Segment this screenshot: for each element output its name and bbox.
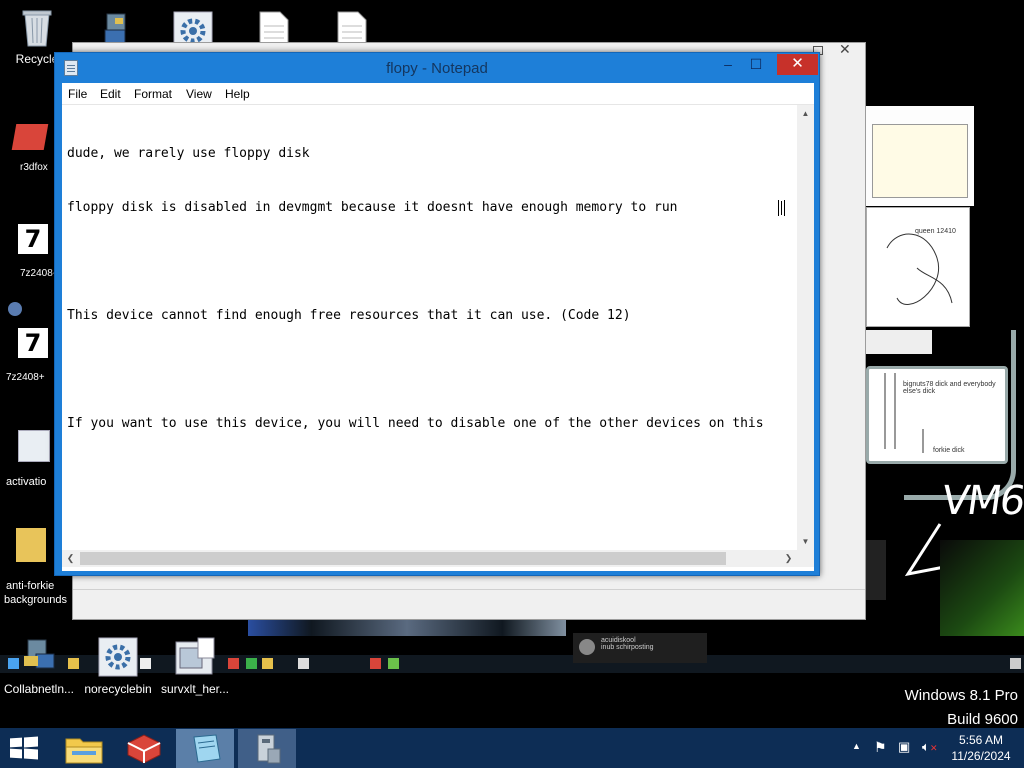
- menu-view[interactable]: View: [186, 87, 212, 101]
- nested-taskbar-icon: [370, 658, 381, 669]
- background-window-statusbar: [73, 589, 865, 611]
- toast-title: acuidiskool: [601, 637, 636, 644]
- desktop-icon-survxlt[interactable]: survxlt_her...: [158, 636, 232, 696]
- horizontal-scroll-thumb[interactable]: [80, 552, 726, 565]
- desktop-icon-collabnet[interactable]: Collabnetln...: [2, 636, 76, 696]
- menu-help[interactable]: Help: [225, 87, 250, 101]
- nested-icon-grid: [866, 540, 886, 600]
- nested-taskbar-icon: [388, 658, 399, 669]
- taskbar-device-manager-button[interactable]: [238, 729, 296, 768]
- taskbar-red-app-button[interactable]: [116, 729, 172, 768]
- notepad-icon: [193, 734, 221, 763]
- trash-bin-icon: [22, 10, 52, 47]
- system-tray: ▲ ⚑ ▣ 🔈︎ ✕: [850, 737, 944, 761]
- scroll-down-arrow-icon[interactable]: ▼: [797, 533, 814, 550]
- text-line: This device cannot find enough free reso…: [67, 308, 631, 323]
- nested-icon-label-anti-forkie: anti-forkie: [6, 580, 55, 592]
- folder-icon: [65, 738, 103, 764]
- windows-watermark: Windows 8.1 Pro Build 9600: [905, 684, 1018, 732]
- notification-toast[interactable]: acuidiskool inub schirposting: [573, 633, 707, 663]
- seven-zip-icon: 7: [18, 224, 48, 254]
- notepad-titlebar[interactable]: flopy - Notepad ‒ ☐ ✕: [55, 53, 819, 83]
- survxlt-label: survxlt_her...: [160, 682, 230, 696]
- nested-taskbar-icon: [298, 658, 309, 669]
- toast-avatar: [579, 639, 595, 655]
- size-grip[interactable]: [797, 550, 814, 567]
- seven-zip-icon: 7: [18, 328, 48, 358]
- nested-icon-label-7z-a: 7z2408-: [20, 268, 57, 279]
- nested-taskbar-icon: [262, 658, 273, 669]
- steam-icon: [8, 302, 22, 316]
- nested-taskbar-icon: [1010, 658, 1021, 669]
- show-hidden-icons-icon[interactable]: ▲: [852, 741, 861, 751]
- scroll-up-arrow-icon[interactable]: ▲: [797, 105, 814, 122]
- clock-time: 5:56 AM: [958, 733, 1004, 747]
- window-screenshot-icon: [175, 637, 215, 675]
- nested-icon-label-r3dfox: r3dfox: [20, 162, 48, 173]
- nested-task-thumbnails: [248, 620, 566, 636]
- taskbar-clock[interactable]: 5:56 AM 11/26/2024: [946, 732, 1016, 764]
- notepad-title: flopy - Notepad: [386, 60, 488, 77]
- nested-icon-label-activatio: activatio: [6, 476, 47, 488]
- text-cursor-ibeam-icon: [778, 200, 785, 216]
- start-button[interactable]: [10, 736, 38, 760]
- text-editor[interactable]: dude, we rarely use floppy disk floppy d…: [62, 105, 797, 550]
- horizontal-scrollbar[interactable]: ❮ ❯: [62, 550, 797, 567]
- nested-desktop-strip: r3dfox 7 7z2408- 7 7z2408+ activatio ant…: [0, 96, 67, 656]
- nested-app-icon: [11, 124, 49, 150]
- text-line: [67, 253, 797, 271]
- nested-note: [872, 124, 968, 198]
- notepad-client-area: File Edit Format View Help dude, we rare…: [62, 83, 814, 571]
- device-manager-icon: [257, 734, 281, 764]
- vertical-scrollbar[interactable]: ▲ ▼: [797, 105, 814, 550]
- text-line: floppy disk is disabled in devmgmt becau…: [67, 200, 678, 215]
- nested-settings-icon: [18, 430, 50, 462]
- toast-line: inub schirposting: [601, 644, 654, 651]
- nested-right-panel: [866, 106, 974, 206]
- folder-icon: [16, 528, 46, 562]
- vm6-label: VM6: [938, 478, 1024, 524]
- volume-muted-icon[interactable]: 🔈︎ ✕: [922, 739, 938, 755]
- maximize-button[interactable]: ☐: [741, 54, 771, 75]
- menu-file[interactable]: File: [68, 87, 87, 101]
- norecyclebin-label: norecyclebin: [84, 682, 152, 696]
- taskbar-notepad-button[interactable]: [176, 729, 234, 768]
- scroll-right-arrow-icon[interactable]: ❯: [780, 550, 797, 567]
- desktop-icon-norecyclebin[interactable]: norecyclebin: [80, 636, 156, 696]
- action-center-flag-icon[interactable]: ⚑: [874, 739, 887, 756]
- sketch-drawing: [886, 233, 953, 305]
- minimize-button[interactable]: ‒: [713, 54, 743, 75]
- close-button[interactable]: ✕: [777, 54, 818, 75]
- text-line: dude, we rarely use floppy disk: [67, 146, 310, 161]
- menu-edit[interactable]: Edit: [100, 87, 121, 101]
- desktop: Recycle r3dfox 7 7z2408- 7 7z2408+ activ…: [0, 0, 1024, 768]
- computer-program-icon: [24, 639, 55, 669]
- scribble-line: [904, 330, 1016, 500]
- menu-format[interactable]: Format: [134, 87, 172, 101]
- text-line: [67, 361, 797, 379]
- clock-date: 11/26/2024: [951, 749, 1011, 763]
- collabnet-label: Collabnetln...: [3, 682, 75, 696]
- background-close-icon: ✕: [839, 41, 851, 57]
- nested-sketch-image: queen 12410: [866, 207, 970, 327]
- red-app-icon: [127, 734, 161, 764]
- notepad-window[interactable]: flopy - Notepad ‒ ☐ ✕ File Edit Format V…: [54, 52, 820, 576]
- menu-bar: File Edit Format View Help: [62, 83, 814, 105]
- scroll-left-arrow-icon[interactable]: ❮: [62, 550, 79, 567]
- network-icon[interactable]: ▣: [898, 739, 910, 755]
- nested-taskbar-icon: [246, 658, 257, 669]
- text-line: If you want to use this device, you will…: [67, 416, 764, 431]
- watermark-edition: Windows 8.1 Pro: [904, 687, 1018, 704]
- gear-icon: [98, 637, 138, 677]
- nested-icon-label-7z-b: 7z2408+: [6, 372, 45, 383]
- nested-wallpaper-corner: [940, 540, 1024, 636]
- taskbar-file-explorer-button[interactable]: [56, 729, 112, 768]
- nested-icon-label-backgrounds: backgrounds: [4, 594, 67, 606]
